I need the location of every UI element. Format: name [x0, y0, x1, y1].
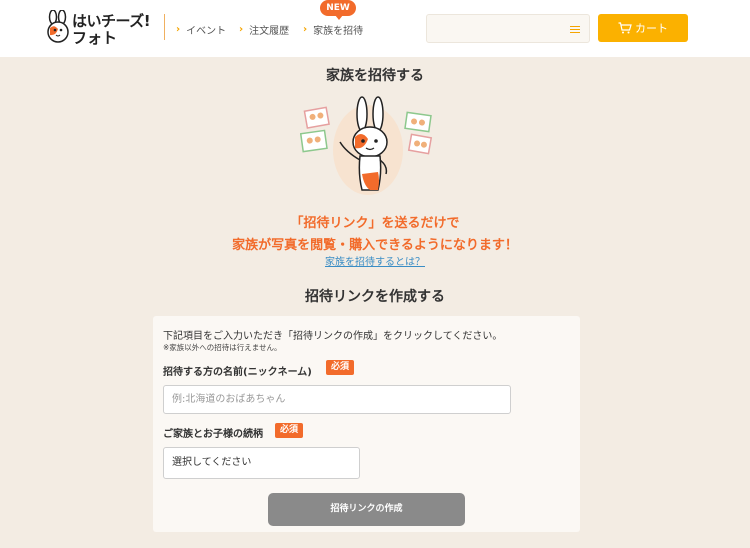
family-photo-icon	[407, 133, 433, 155]
cart-icon	[618, 22, 632, 34]
nav-label: 家族を招待	[313, 26, 364, 37]
chevron-right-icon: ›	[303, 24, 308, 35]
form-instruction: 下記項目をご入力いただき「招待リンクの作成」をクリックしてください。	[163, 331, 503, 342]
rabbit-logo-icon	[47, 10, 69, 43]
required-badge: 必須	[326, 360, 355, 375]
search-box[interactable]	[426, 14, 590, 43]
nav-label: 注文履歴	[249, 26, 290, 37]
nav-item-events[interactable]: › イベント	[176, 22, 226, 37]
new-badge: NEW	[320, 0, 356, 20]
cart-label: カート	[635, 22, 668, 35]
header-divider	[164, 14, 165, 40]
rabbit-mascot-illustration	[300, 96, 433, 195]
name-field-label: 招待する方の名前(ニックネーム)	[163, 367, 312, 378]
family-photo-icon	[404, 111, 432, 133]
nav-item-invite-family[interactable]: › 家族を招待	[303, 22, 363, 37]
menu-icon[interactable]	[570, 26, 580, 33]
family-photo-icon	[300, 129, 328, 153]
nav-label: イベント	[186, 26, 227, 37]
site-header: はいチーズ! フォト › イベント › 注文履歴 › 家族を招待 NEW カート	[0, 0, 750, 57]
relation-select[interactable]: 選択してください	[163, 447, 360, 479]
what-is-invite-link[interactable]: 家族を招待するとは？	[0, 253, 750, 268]
relation-field-label: ご家族とお子様の続柄	[163, 429, 263, 440]
logo-text-bottom: フォト	[72, 29, 118, 47]
invite-form-panel: 下記項目をご入力いただき「招待リンクの作成」をクリックしてください。 ※家族以外…	[153, 316, 580, 532]
site-logo[interactable]: はいチーズ! フォト	[46, 8, 154, 47]
chevron-right-icon: ›	[176, 24, 181, 35]
chevron-right-icon: ›	[239, 24, 244, 35]
page-title: 家族を招待する	[326, 68, 424, 84]
nickname-input[interactable]	[163, 385, 511, 414]
form-title: 招待リンクを作成する	[305, 289, 445, 305]
create-invite-link-button[interactable]: 招待リンクの作成	[268, 493, 465, 526]
family-photo-icon	[303, 106, 330, 129]
cart-button[interactable]: カート	[598, 14, 688, 42]
lead-text-line1: 「招待リンク」を送るだけで	[290, 216, 460, 231]
nav-item-order-history[interactable]: › 注文履歴	[239, 22, 289, 37]
form-note: ※家族以外への招待は行えません。	[163, 343, 282, 352]
required-badge: 必須	[275, 423, 304, 438]
lead-text-line2: 家族が写真を閲覧・購入できるようになります！	[232, 238, 518, 253]
